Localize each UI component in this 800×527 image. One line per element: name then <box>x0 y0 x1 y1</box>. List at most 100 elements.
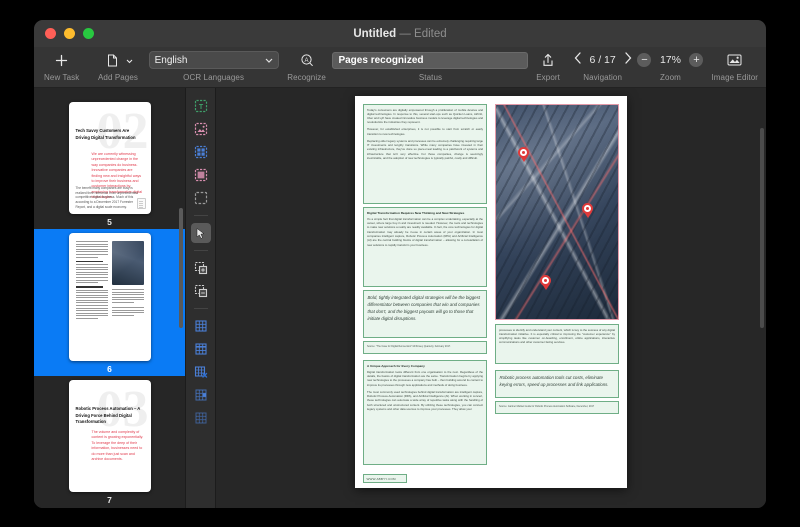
ocr-language-select[interactable]: English <box>148 51 279 69</box>
image-area-city[interactable] <box>495 104 619 320</box>
text-area-footer-url[interactable]: WWW.ABBYY.COM <box>363 474 407 483</box>
tool-divider <box>193 250 208 251</box>
close-button[interactable] <box>45 28 56 39</box>
status-label: Status <box>418 73 443 82</box>
window-title: Untitled — Edited <box>34 28 766 40</box>
mini-right-column <box>111 241 144 317</box>
zoom-in-button[interactable]: + <box>689 53 704 67</box>
generic-area-tool[interactable] <box>191 188 211 208</box>
page-indicator: 6 / 17 <box>589 54 616 66</box>
zoom-out-button[interactable]: − <box>637 53 652 67</box>
paragraph: It's a simple fact that digital transfor… <box>367 216 483 247</box>
status-value: Pages recognized <box>338 54 424 66</box>
document-add-icon <box>107 54 118 67</box>
text-area-quote-one-source[interactable]: Source: "The Case for Digital Reinventio… <box>363 341 487 354</box>
window-title-text: Untitled <box>353 27 397 40</box>
tool-divider <box>193 215 208 216</box>
paragraph: Digital transformation looks different f… <box>367 369 483 387</box>
toolbar-group-image-editor: Image Editor <box>703 49 766 87</box>
map-pin-icon <box>518 147 529 162</box>
mini-left-column <box>75 241 108 321</box>
tool-divider <box>193 308 208 309</box>
new-task-label: New Task <box>44 73 80 82</box>
maximize-button[interactable] <box>83 28 94 39</box>
export-button[interactable] <box>539 51 557 70</box>
table-area-tool[interactable] <box>191 142 211 162</box>
mini-city-image <box>111 241 144 285</box>
new-task-button[interactable] <box>53 51 71 70</box>
thumbnail-page-7[interactable]: 03 Robotic Process Automation – A Drivin… <box>34 376 185 507</box>
toolbar: New Task Add Pages English OCR Languages… <box>34 47 766 88</box>
title-bar: Untitled — Edited <box>34 20 766 47</box>
status-field: Pages recognized <box>332 51 529 69</box>
text-area-right-continuation[interactable]: processes to identify and understand you… <box>495 324 619 364</box>
thumbnail-page-5[interactable]: 02 Tech Savvy Customers Are Driving Digi… <box>34 98 185 229</box>
area-text-content: Today's consumers are digitally empowere… <box>364 105 486 165</box>
recognize-label: Recognize <box>287 73 326 82</box>
text-area-intro[interactable]: Today's consumers are digitally empowere… <box>363 104 487 204</box>
toolbar-group-navigation: 6 / 17 Navigation <box>568 49 638 87</box>
next-page-button[interactable] <box>624 51 632 69</box>
navigation-label: Navigation <box>583 73 623 82</box>
canvas-scrollbar[interactable] <box>760 128 764 328</box>
toolbar-group-recognize: A Recognize <box>281 49 333 87</box>
text-area-quote-two-source[interactable]: Source: Gartner Market Guide for Robotic… <box>495 401 619 414</box>
ocr-language-value: English <box>154 54 188 66</box>
zoom-level: 17% <box>659 54 681 66</box>
plus-icon <box>55 54 68 67</box>
thumbnail-page-number: 6 <box>107 364 112 374</box>
thumbnail-page-6[interactable]: 6 <box>34 229 185 376</box>
page-title-text: Robotic Process Automation – A Driving F… <box>75 406 141 424</box>
recognize-button[interactable]: A <box>298 51 316 70</box>
text-area-pull-quote-one[interactable]: Bold, tightly integrated digital strateg… <box>363 290 487 338</box>
source-citation: Source: Gartner Market Guide for Robotic… <box>499 404 595 408</box>
window-edited-badge: — Edited <box>399 27 447 40</box>
document-canvas[interactable]: Today's consumers are digitally empowere… <box>216 88 766 508</box>
merge-areas-tool[interactable] <box>191 258 211 278</box>
application-window: Untitled — Edited New Task Add Pages Eng… <box>34 20 766 508</box>
text-area-pull-quote-two[interactable]: Robotic process automation tools cut cos… <box>495 370 619 398</box>
page-title-text: Tech Savvy Customers Are Driving Digital… <box>75 128 136 140</box>
add-pages-button[interactable] <box>104 51 122 70</box>
add-pages-label: Add Pages <box>97 73 139 82</box>
export-label: Export <box>536 73 560 82</box>
document-page[interactable]: Today's consumers are digitally empowere… <box>355 96 627 488</box>
delete-separators-tool[interactable] <box>191 362 211 382</box>
page-corner-icon <box>136 198 146 209</box>
split-areas-tool[interactable] <box>191 281 211 301</box>
add-vertical-separator-tool[interactable] <box>191 316 211 336</box>
paragraph: Replacing older legacy systems and proce… <box>367 138 483 160</box>
toolbar-group-export: Export <box>528 49 567 87</box>
page-preview <box>68 233 151 361</box>
source-citation: Source: "The Case for Digital Reinventio… <box>367 344 451 348</box>
paragraph: Today's consumers are digitally empowere… <box>367 107 483 125</box>
paragraph: However, for established enterprises, it… <box>367 127 483 136</box>
paragraph: processes to identify and understand you… <box>499 327 615 345</box>
add-horizontal-separator-tool[interactable] <box>191 339 211 359</box>
pages-thumbnail-pane[interactable]: 02 Tech Savvy Customers Are Driving Digi… <box>34 88 186 508</box>
thumbnail-scrollbar[interactable] <box>179 208 183 328</box>
share-export-icon <box>542 53 554 67</box>
toolbar-group-zoom: − 17% + Zoom <box>637 49 704 87</box>
text-area-tool[interactable]: T <box>191 96 211 116</box>
previous-page-button[interactable] <box>574 51 582 69</box>
text-area-section-two[interactable]: Digital Transformation Requires New Thin… <box>363 207 487 287</box>
window-body: 02 Tech Savvy Customers Are Driving Digi… <box>34 88 766 508</box>
map-pin-icon <box>582 203 593 218</box>
chevron-down-icon[interactable] <box>126 51 133 69</box>
paragraph: The most commonly used technologies behi… <box>367 389 483 411</box>
minimize-button[interactable] <box>64 28 75 39</box>
selection-pointer-tool[interactable] <box>190 223 211 243</box>
table-grid-tool[interactable] <box>191 408 211 428</box>
ocr-languages-label: OCR Languages <box>183 73 245 82</box>
image-editor-button[interactable] <box>726 51 744 70</box>
image-editor-label: Image Editor <box>711 73 759 82</box>
image-area-tool[interactable] <box>191 119 211 139</box>
map-pin-icon <box>540 275 551 290</box>
page-body-text: The benefit many companies are busy is r… <box>75 186 139 209</box>
text-area-section-three[interactable]: A Unique Approach for Every Company Digi… <box>363 360 487 465</box>
background-picture-area-tool[interactable] <box>191 165 211 185</box>
area-text-content: processes to identify and understand you… <box>496 325 618 350</box>
area-text-content: A Unique Approach for Every Company Digi… <box>364 361 486 416</box>
table-cell-tool[interactable] <box>191 385 211 405</box>
